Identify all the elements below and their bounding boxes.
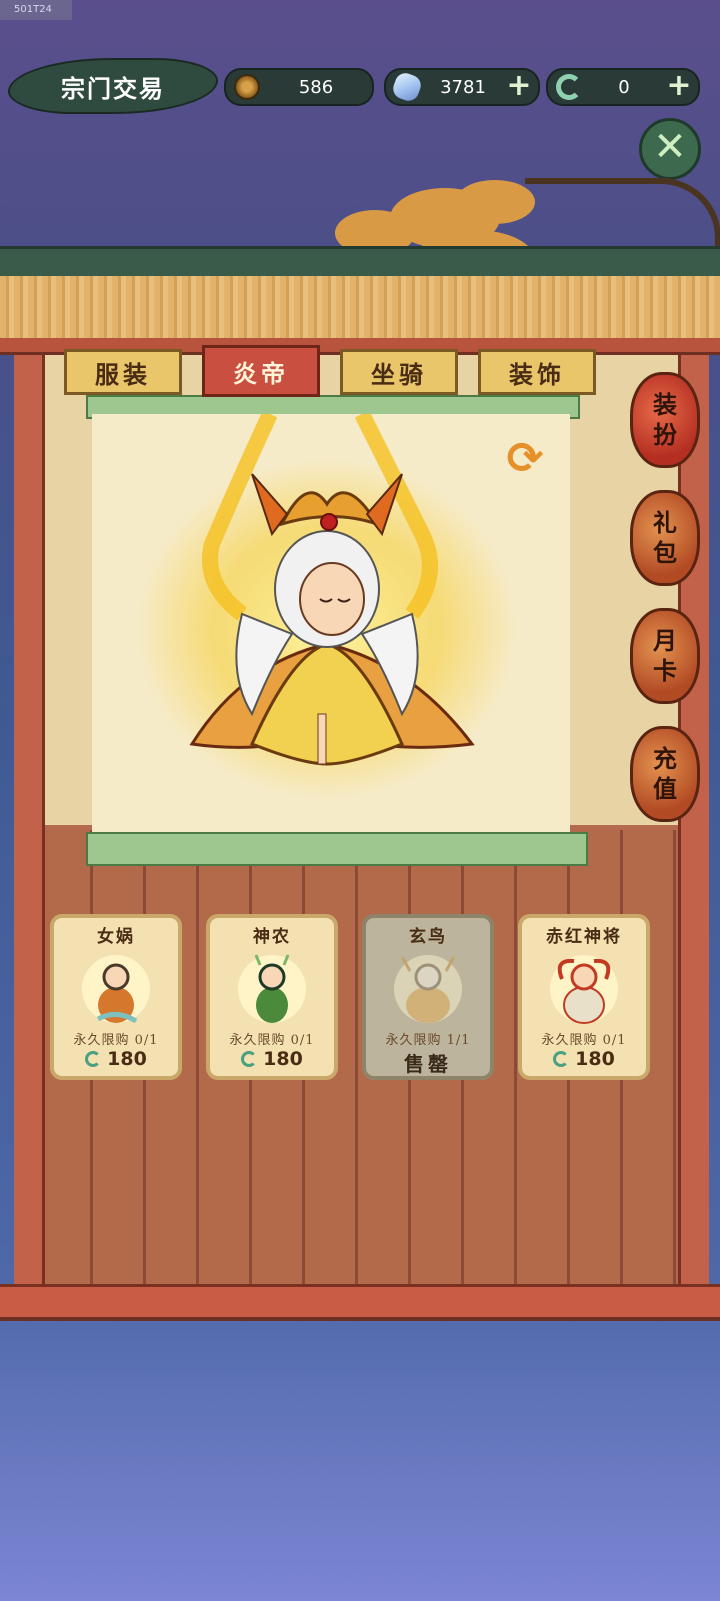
build-watermark: 501T24 (0, 0, 72, 20)
add-token-button[interactable]: + (666, 71, 692, 101)
side-menu-dress-up[interactable]: 装 扮 (630, 372, 700, 468)
shop-screen: 501T24 宗门交易 586 3781 + 0 + ✕ ⟳ 服装 炎帝 坐骑 … (0, 0, 720, 1601)
price-tag: 180 (553, 1048, 615, 1070)
lantern-char-bottom: 扮 (653, 420, 677, 449)
costume-card-shennong[interactable]: 神农 永久限购 0/1 180 (206, 914, 338, 1080)
sold-out-label: 售罄 (404, 1052, 452, 1076)
price-value: 180 (107, 1048, 147, 1070)
lantern-char-top: 礼 (653, 508, 677, 537)
purchase-limit: 永久限购 0/1 (73, 1033, 159, 1048)
copper-coin-icon (234, 74, 260, 100)
costume-portrait (388, 949, 468, 1029)
side-menu-recharge[interactable]: 充 值 (630, 726, 700, 822)
token-value: 0 (618, 76, 630, 98)
costume-card-chihong-general[interactable]: 赤红神将 永久限购 0/1 180 (518, 914, 650, 1080)
costume-portrait (76, 949, 156, 1029)
shop-floor-beam (0, 1284, 720, 1321)
jade-counter: 3781 + (384, 68, 540, 106)
scroll-bottom-rod (86, 832, 588, 866)
token-counter: 0 + (546, 68, 700, 106)
costume-portrait (232, 949, 312, 1029)
page-title: 宗门交易 (8, 58, 218, 114)
thatched-roof (0, 276, 720, 344)
lantern-char-top: 充 (653, 744, 677, 773)
price-value: 180 (575, 1048, 615, 1070)
price-tag: 180 (85, 1048, 147, 1070)
price-tag: 180 (241, 1048, 303, 1070)
jade-ring-icon (556, 74, 582, 100)
add-jade-button[interactable]: + (506, 71, 532, 101)
lantern-char-top: 月 (653, 626, 677, 655)
copper-coin-counter: 586 (224, 68, 374, 106)
costume-portrait (544, 949, 624, 1029)
jade-value: 3781 (440, 76, 486, 98)
tab-clothing[interactable]: 服装 (64, 349, 182, 395)
jade-ring-icon (85, 1051, 102, 1067)
lantern-char-bottom: 值 (653, 774, 677, 803)
lantern-char-top: 装 (653, 390, 677, 419)
purchase-limit: 永久限购 1/1 (385, 1033, 471, 1048)
costume-name: 女娲 (97, 927, 135, 947)
tab-decorations[interactable]: 装饰 (478, 349, 596, 395)
character-preview-scroll (92, 410, 570, 832)
copper-coin-value: 586 (298, 76, 334, 98)
costume-card-xuanniao[interactable]: 玄鸟 永久限购 1/1 售罄 (362, 914, 494, 1080)
lantern-char-bottom: 包 (653, 538, 677, 567)
tab-mounts[interactable]: 坐骑 (340, 349, 458, 395)
lantern-char-bottom: 卡 (653, 656, 677, 685)
tab-yandi[interactable]: 炎帝 (202, 345, 320, 397)
jade-gem-icon (390, 70, 424, 104)
price-value: 180 (263, 1048, 303, 1070)
costume-card-nuwa[interactable]: 女娲 永久限购 0/1 180 (50, 914, 182, 1080)
right-pillar (678, 345, 709, 1290)
yandi-character-preview (137, 410, 517, 799)
jade-ring-icon (241, 1051, 258, 1067)
jade-ring-icon (553, 1051, 570, 1067)
left-pillar (14, 345, 45, 1290)
costume-name: 玄鸟 (409, 927, 447, 947)
side-menu-monthly-card[interactable]: 月 卡 (630, 608, 700, 704)
costume-name: 神农 (253, 927, 291, 947)
purchase-limit: 永久限购 0/1 (541, 1033, 627, 1048)
rotate-preview-icon[interactable]: ⟳ (500, 434, 550, 484)
purchase-limit: 永久限购 0/1 (229, 1033, 315, 1048)
costume-name: 赤红神将 (546, 927, 622, 947)
side-menu-gift-packs[interactable]: 礼 包 (630, 490, 700, 586)
